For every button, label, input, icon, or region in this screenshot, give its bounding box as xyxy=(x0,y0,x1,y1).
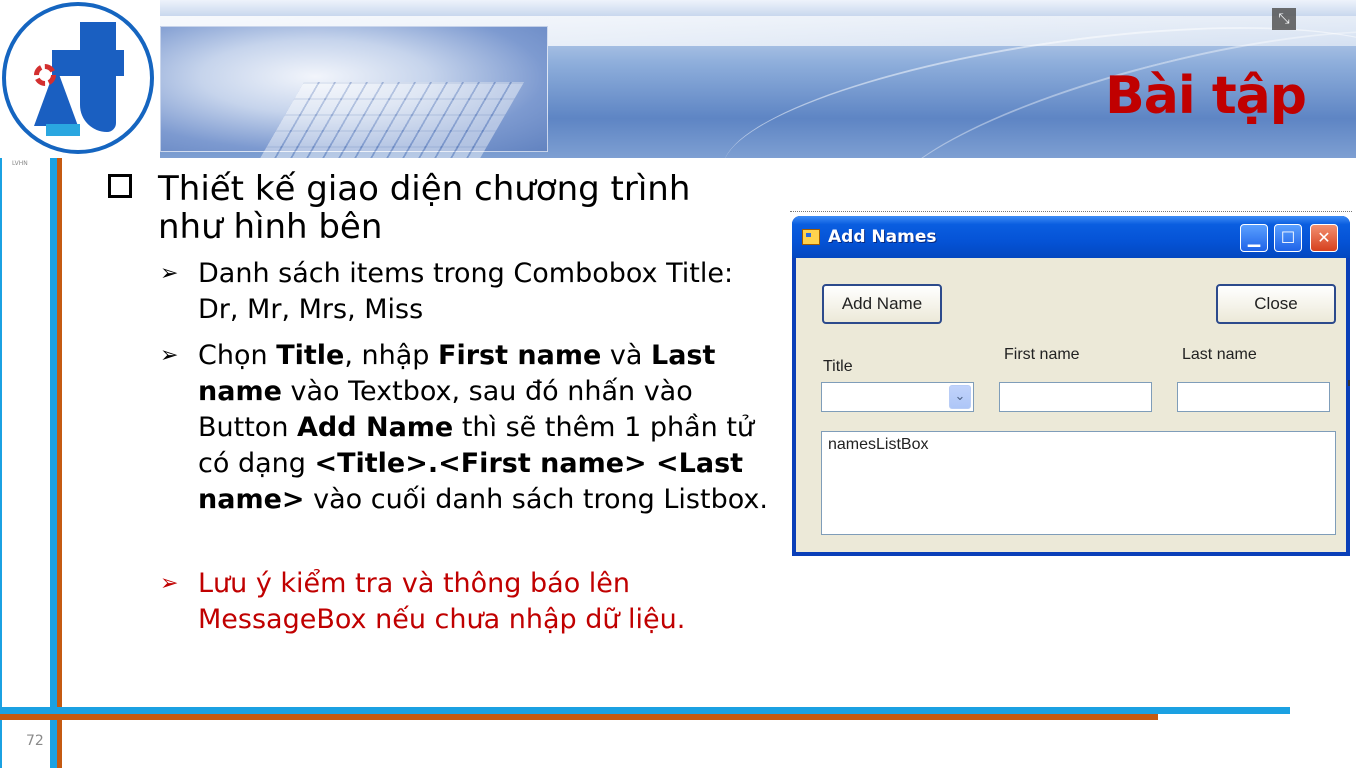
keyboard-keys xyxy=(257,82,525,158)
arrow-bullet-icon: ➢ xyxy=(160,343,179,368)
page-number: 72 xyxy=(26,733,44,749)
main-bullet-text: Thiết kế giao diện chương trình như hình… xyxy=(158,169,691,247)
horizontal-blue-line xyxy=(0,707,1290,714)
first-name-textbox[interactable] xyxy=(999,382,1152,412)
minimize-button[interactable]: ▁ xyxy=(1240,224,1268,252)
logo xyxy=(2,2,154,154)
app-icon xyxy=(802,229,820,245)
arrow-bullet-icon: ➢ xyxy=(160,261,179,286)
gear-icon xyxy=(34,64,56,86)
sub-bullet-text: Lưu ý kiểm tra và thông báo lên MessageB… xyxy=(198,568,686,635)
chevron-down-icon[interactable]: ⌄ xyxy=(949,385,971,409)
add-name-button[interactable]: Add Name xyxy=(822,284,942,324)
logo-caption: LVHN xyxy=(12,160,28,167)
logo-base xyxy=(46,124,80,136)
close-button[interactable]: Close xyxy=(1216,284,1336,324)
collapse-icon[interactable]: ⤡ xyxy=(1272,8,1296,30)
sub-bullet-text: Danh sách items trong Combobox Title: Dr… xyxy=(198,258,734,325)
add-names-window: Add Names ▁ ☐ ✕ Add Name Close Title Fir… xyxy=(792,216,1350,556)
title-label: Title xyxy=(823,358,853,375)
arrow-bullet-icon: ➢ xyxy=(160,571,179,596)
names-listbox[interactable]: namesListBox xyxy=(821,431,1336,535)
horizontal-orange-line xyxy=(0,714,1158,720)
slide-title: Bài tập xyxy=(1105,66,1307,126)
title-combobox[interactable]: ⌄ xyxy=(821,382,974,412)
window-title: Add Names xyxy=(828,227,937,247)
vertical-orange-line xyxy=(57,158,62,768)
maximize-button[interactable]: ☐ xyxy=(1274,224,1302,252)
resize-handle xyxy=(1348,380,1350,386)
first-name-label: First name xyxy=(1004,346,1080,363)
checkbox-bullet-icon xyxy=(108,174,132,198)
last-name-label: Last name xyxy=(1182,346,1257,363)
sub-bullet-text: Chọn Title, nhập First name và Last name… xyxy=(198,340,768,515)
vertical-blue-line xyxy=(50,158,57,768)
window-client-area: Add Name Close Title First name Last nam… xyxy=(796,258,1346,552)
keyboard-photo xyxy=(160,26,548,158)
listbox-name-text: namesListBox xyxy=(828,436,929,453)
close-window-button[interactable]: ✕ xyxy=(1310,224,1338,252)
window-selection-border xyxy=(790,211,1352,214)
logo-t-stem xyxy=(80,22,116,132)
window-titlebar[interactable]: Add Names ▁ ☐ ✕ xyxy=(792,216,1350,258)
last-name-textbox[interactable] xyxy=(1177,382,1330,412)
left-border xyxy=(0,158,2,768)
